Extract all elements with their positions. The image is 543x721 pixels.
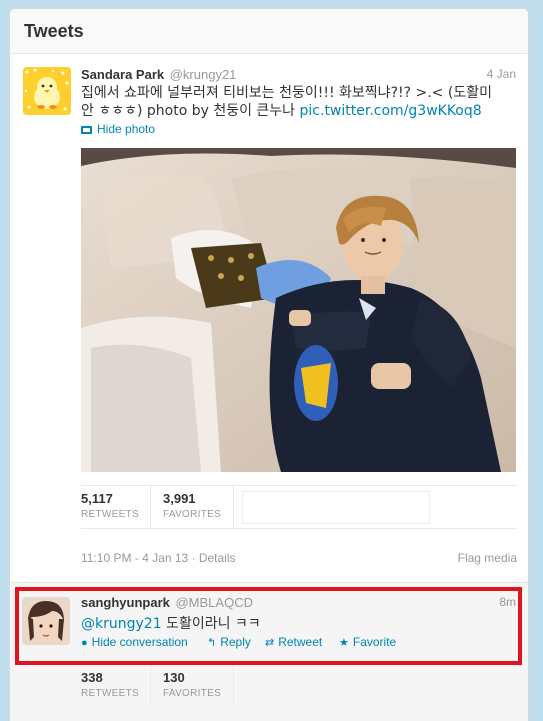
retweets-label: RETWEETS [81,509,139,520]
photo-link[interactable]: pic.twitter.com/g3wKKoq8 [300,103,482,119]
retweets-stat[interactable]: 338 RETWEETS [81,670,139,699]
stats-divider [150,486,151,528]
reply-arrow-icon: ↰ [207,637,217,649]
tweet-header: Sandara Park @krungy21 4 Jan [81,67,516,83]
retweets-count: 338 [81,670,103,685]
hide-photo-link[interactable]: Hide photo [81,122,155,136]
favorites-label: FAVORITES [163,509,222,520]
favorites-label: FAVORITES [163,688,222,699]
tweet-time[interactable]: 8m [499,595,516,609]
author-name[interactable]: Sandara Park [81,67,164,82]
tweet-actions: ● Hide conversation ↰ Reply ⇄ Retweet ★ Favo… [81,635,511,651]
panel-header: Tweets [10,9,528,54]
hide-conversation-button[interactable]: ● Hide conversation [81,635,188,649]
avatar[interactable] [22,597,70,645]
mention-link[interactable]: @krungy21 [81,616,162,632]
tweet-meta: 11:10 PM - 4 Jan 13 · Details Flag media [81,551,517,567]
avatar[interactable] [23,67,71,115]
tweet-text-body: 도활이라니 ㅋㅋ [161,616,261,632]
panel-title: Tweets [24,21,84,41]
tweet-timestamp-details[interactable]: 11:10 PM - 4 Jan 13 · Details [81,551,236,565]
sanghyun-avatar-image [22,597,70,645]
reply-button[interactable]: ↰ Reply [207,635,251,649]
retweets-label: RETWEETS [81,688,139,699]
tweet-text: @krungy21 도활이라니 ㅋㅋ [81,613,261,633]
stats-divider [150,664,151,706]
retweet-button[interactable]: ⇄ Retweet [265,635,322,649]
retweet-icon: ⇄ [265,637,275,649]
tweet-text-line2: 안 ㅎㅎㅎ) photo by 천둥이 큰누나 [81,103,300,119]
tweet-text-line1: 집에서 쇼파에 널부러져 티비보는 천둥이!!! 화보찍냐?!? >.< (도활… [81,85,492,101]
favorite-label: Favorite [352,635,397,649]
retweeter-avatars [242,491,430,524]
author-handle[interactable]: @MBLAQCD [175,595,253,610]
retweets-stat[interactable]: 5,117 RETWEETS [81,491,139,520]
photo-image [81,148,516,472]
tweets-panel: Tweets Sandara Park @krungy21 4 Jan 집에서 … [9,8,529,721]
stats-divider [233,664,234,706]
favorites-stat[interactable]: 130 FAVORITES [163,670,221,699]
tweet-time[interactable]: 4 Jan [487,67,516,81]
favorites-count: 130 [163,670,185,685]
tweet-photo[interactable] [81,148,516,472]
tweet-header: sanghyunpark @MBLAQCD 8m [81,595,516,611]
retweet-label: Retweet [278,635,323,649]
favorites-stat[interactable]: 3,991 FAVORITES [163,491,221,520]
tweet-stats: 338 RETWEETS 130 FAVORITES [81,664,381,710]
reply-label: Reply [220,635,251,649]
hide-conversation-label: Hide conversation [91,635,188,649]
author-name[interactable]: sanghyunpark [81,595,170,610]
tweet-text: 집에서 쇼파에 널부러져 티비보는 천둥이!!! 화보찍냐?!? >.< (도활… [81,84,511,120]
favorites-count: 3,991 [163,491,196,506]
tweet-sandara[interactable]: Sandara Park @krungy21 4 Jan 집에서 쇼파에 널부러… [10,55,528,581]
tweet-stats: 5,117 RETWEETS 3,991 FAVORITES [81,485,517,529]
author-handle[interactable]: @krungy21 [170,67,237,82]
speech-bubble-icon: ● [81,637,88,649]
star-icon: ★ [339,637,349,649]
chick-avatar-image [23,67,71,115]
flag-media-link[interactable]: Flag media [458,551,517,565]
tweet-reply-sanghyun[interactable]: sanghyunpark @MBLAQCD 8m @krungy21 도활이라니… [10,582,528,721]
hide-photo-label: Hide photo [97,122,156,136]
retweets-count: 5,117 [81,491,113,506]
photo-icon [81,126,92,134]
stats-divider [233,486,234,528]
favorite-button[interactable]: ★ Favorite [339,635,396,649]
